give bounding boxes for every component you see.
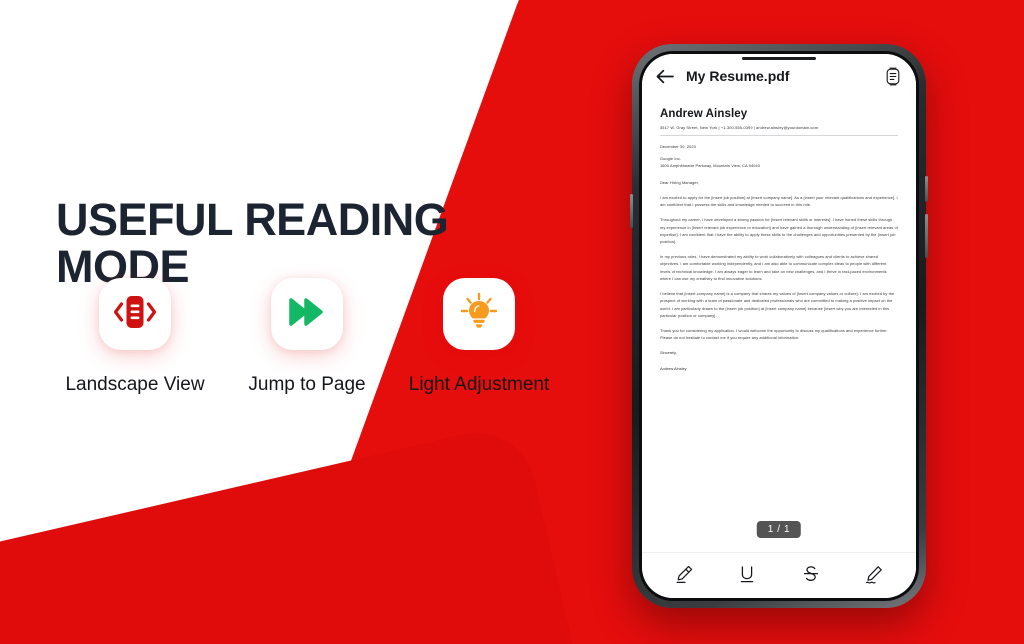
page-indicator: 1 / 1 bbox=[756, 521, 802, 538]
company-address: 1600 Amphitheatre Parkway, Mountain View… bbox=[660, 163, 761, 169]
phone-screen: My Resume.pdf Andrew Ainsley 3517 W. Gra… bbox=[642, 54, 916, 598]
letter-paragraph: Thank you for considering my application… bbox=[660, 327, 888, 341]
document-view[interactable]: Andrew Ainsley 3517 W. Gray Street, New … bbox=[642, 98, 916, 552]
phone-side-button-left[interactable] bbox=[630, 194, 633, 228]
letter-paragraph: I am excited to apply for the [insert jo… bbox=[660, 194, 898, 208]
landscape-document-icon bbox=[112, 292, 158, 337]
earpiece-speaker bbox=[742, 57, 816, 60]
back-arrow-icon[interactable] bbox=[656, 69, 674, 84]
feature-jump-to-page[interactable]: Jump to Page bbox=[224, 278, 390, 396]
app-bar: My Resume.pdf bbox=[642, 54, 916, 98]
letter-paragraph: In my previous roles, I have demonstrate… bbox=[660, 254, 887, 281]
page-title: USEFUL READING MODE bbox=[56, 194, 449, 293]
squiggly-underline-icon[interactable] bbox=[854, 557, 894, 591]
highlighter-icon[interactable] bbox=[664, 557, 704, 591]
letter-date: December 30, 2023 bbox=[660, 144, 696, 149]
letter-paragraph: I believe that [insert company name] is … bbox=[660, 291, 895, 318]
feature-landscape-view[interactable]: Landscape View bbox=[52, 278, 218, 396]
phone-bezel: My Resume.pdf Andrew Ainsley 3517 W. Gra… bbox=[639, 51, 919, 601]
phone-volume-button[interactable] bbox=[925, 176, 928, 202]
lightbulb-icon bbox=[458, 291, 500, 338]
fast-forward-icon bbox=[285, 295, 329, 334]
letter-closing: Sincerely, bbox=[660, 350, 677, 356]
feature-label: Jump to Page bbox=[248, 374, 366, 395]
strikethrough-icon[interactable] bbox=[791, 557, 831, 591]
feature-icon-tile bbox=[271, 278, 343, 350]
phone-mockup: My Resume.pdf Andrew Ainsley 3517 W. Gra… bbox=[630, 44, 928, 608]
letter-meta: December 30, 2023 Google Inc. 1600 Amphi… bbox=[660, 143, 898, 170]
applicant-name: Andrew Ainsley bbox=[660, 108, 748, 120]
letter-signature: Andrew Ainsley bbox=[660, 366, 687, 372]
reading-mode-icon[interactable] bbox=[884, 67, 902, 86]
annotation-toolbar bbox=[642, 552, 916, 598]
salutation: Dear Hiring Manager, bbox=[660, 179, 699, 185]
applicant-contact: 3517 W. Gray Street, New York | +1-300-5… bbox=[660, 125, 819, 130]
feature-icon-tile bbox=[99, 278, 171, 350]
company-name: Google Inc. bbox=[660, 156, 681, 162]
feature-label: Light Adjustment bbox=[408, 374, 550, 395]
feature-light-adjustment[interactable]: Light Adjustment bbox=[396, 278, 562, 396]
underline-icon[interactable] bbox=[727, 557, 767, 591]
divider bbox=[660, 135, 898, 136]
letter-paragraph: Throughout my career, I have developed a… bbox=[660, 217, 898, 244]
document-title: My Resume.pdf bbox=[686, 68, 790, 84]
promo-screenshot: USEFUL READING MODE Landscape View Jump … bbox=[0, 0, 1024, 644]
marketing-panel: USEFUL READING MODE Landscape View Jump … bbox=[0, 0, 600, 644]
feature-icon-tile bbox=[443, 278, 515, 350]
feature-list: Landscape View Jump to Page Light Adjust… bbox=[52, 278, 562, 396]
phone-power-button[interactable] bbox=[925, 214, 928, 258]
feature-label: Landscape View bbox=[65, 374, 205, 395]
